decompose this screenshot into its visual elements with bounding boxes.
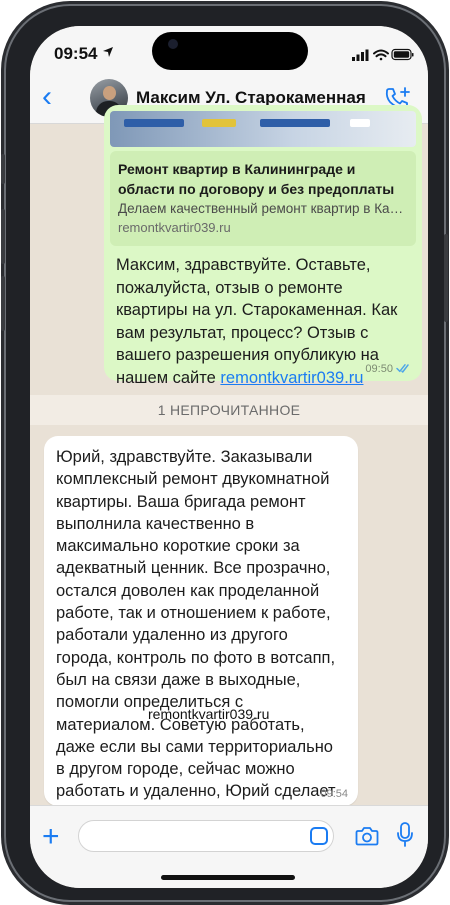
link-preview-description: Делаем качественный ремонт квартир в Кал…: [118, 201, 408, 216]
camera-icon[interactable]: [355, 825, 379, 847]
phone-frame: 09:54 ‹ Максим Ул. Старокаменная Ремонт …: [1, 4, 448, 902]
status-bar: 09:54: [30, 26, 428, 74]
sticker-icon[interactable]: [310, 827, 328, 845]
incoming-message-time: 09:54: [320, 788, 348, 800]
status-time: 09:54: [54, 44, 98, 63]
message-input[interactable]: [78, 820, 334, 852]
outgoing-message-time: 09:50: [365, 363, 393, 375]
link-preview-image: [110, 111, 416, 147]
chat-area[interactable]: Ремонт квартир в Калининграде и области …: [30, 105, 428, 823]
message-link[interactable]: remontkvartir039.ru: [220, 369, 363, 387]
incoming-message[interactable]: Юрий, здравствуйте. Заказывали комплексн…: [44, 436, 358, 823]
location-arrow-icon: [103, 47, 113, 57]
outgoing-message-meta: 09:50: [365, 363, 412, 375]
outgoing-message[interactable]: Ремонт квартир в Калининграде и области …: [104, 105, 422, 387]
microphone-icon[interactable]: [396, 821, 414, 849]
signal-icon: [352, 49, 369, 61]
battery-icon: [391, 48, 414, 61]
volume-up-button: [1, 209, 5, 264]
home-indicator: [161, 875, 295, 880]
unread-divider: 1 НЕПРОЧИТАННОЕ: [30, 395, 428, 425]
outgoing-message-body: Максим, здравствуйте. Оставьте, пожалуйс…: [116, 256, 398, 387]
back-button[interactable]: ‹: [42, 82, 52, 112]
link-preview[interactable]: Ремонт квартир в Калининграде и области …: [110, 151, 416, 246]
front-camera: [168, 39, 178, 49]
link-preview-title: Ремонт квартир в Калининграде и области …: [118, 161, 395, 197]
power-button: [444, 234, 448, 322]
status-icons: [352, 48, 414, 61]
incoming-message-text: Юрий, здравствуйте. Заказывали комплексн…: [56, 448, 336, 823]
attach-plus-button[interactable]: +: [42, 822, 60, 852]
dynamic-island: [152, 32, 308, 70]
watermark: remontkvartir039.ru: [148, 706, 270, 722]
wifi-icon: [373, 49, 389, 61]
mute-switch: [1, 154, 5, 184]
link-preview-url: remontkvartir039.ru: [118, 220, 231, 235]
volume-down-button: [1, 276, 5, 331]
read-receipt-icon: [396, 364, 409, 373]
message-input-bar: +: [30, 805, 428, 888]
screen: 09:54 ‹ Максим Ул. Старокаменная Ремонт …: [30, 26, 428, 888]
